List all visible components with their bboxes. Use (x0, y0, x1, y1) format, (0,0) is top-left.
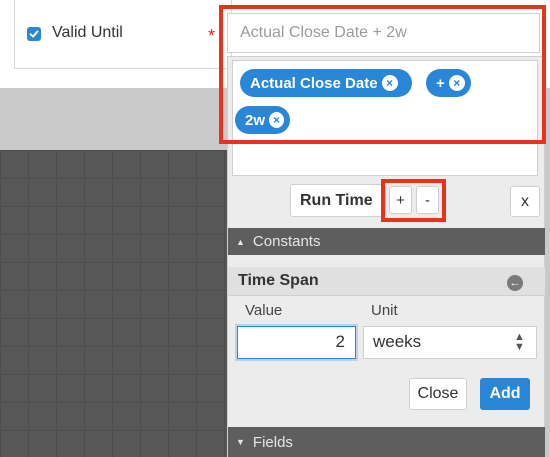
time-span-title: Time Span (238, 272, 319, 289)
time-span-value-input[interactable]: 2 (237, 326, 356, 359)
background-edge (545, 88, 550, 457)
token-label: 2w (245, 111, 266, 129)
remove-token-icon[interactable]: × (448, 75, 465, 91)
run-time-remove-button[interactable]: - (416, 186, 439, 214)
close-builder-button[interactable]: x (510, 186, 540, 217)
remove-token-icon[interactable]: × (381, 75, 398, 91)
run-time-label: Run Time (300, 191, 373, 209)
value-label: Value (245, 302, 283, 319)
caret-down-icon: ▼ (236, 437, 245, 447)
run-time-button[interactable]: Run Time (290, 184, 386, 217)
token-label: Actual Close Date (250, 74, 378, 92)
token-label: + (436, 74, 445, 92)
unit-label: Unit (371, 302, 398, 319)
back-arrow-icon[interactable]: ← (507, 275, 523, 291)
valid-until-checkbox[interactable] (27, 27, 41, 41)
remove-token-icon[interactable]: × (269, 112, 284, 128)
required-marker: * (208, 26, 216, 46)
token-actual-close-date[interactable]: Actual Close Date × (240, 69, 412, 97)
background-strip (0, 88, 230, 150)
run-time-add-button[interactable]: + (389, 186, 412, 214)
formula-input[interactable]: Actual Close Date + 2w (227, 13, 540, 53)
time-span-unit-select[interactable]: weeks (363, 326, 537, 359)
constants-header[interactable]: ▲ Constants (228, 228, 545, 255)
close-button[interactable]: Close (409, 378, 467, 410)
token-2w[interactable]: 2w × (235, 106, 290, 134)
add-button[interactable]: Add (480, 378, 530, 410)
caret-up-icon: ▲ (236, 236, 245, 247)
select-arrows-icon: ▲ ▼ (514, 331, 525, 353)
fields-header[interactable]: ▼ Fields (228, 427, 545, 457)
token-plus[interactable]: + × (426, 69, 471, 97)
valid-until-label: Valid Until (52, 24, 123, 41)
record-panel (14, 0, 232, 69)
time-span-header: Time Span (228, 267, 545, 296)
checkmark-icon (29, 30, 39, 38)
constants-label: Constants (252, 233, 321, 250)
fields-label: Fields (252, 433, 293, 451)
background-grid (0, 150, 230, 457)
